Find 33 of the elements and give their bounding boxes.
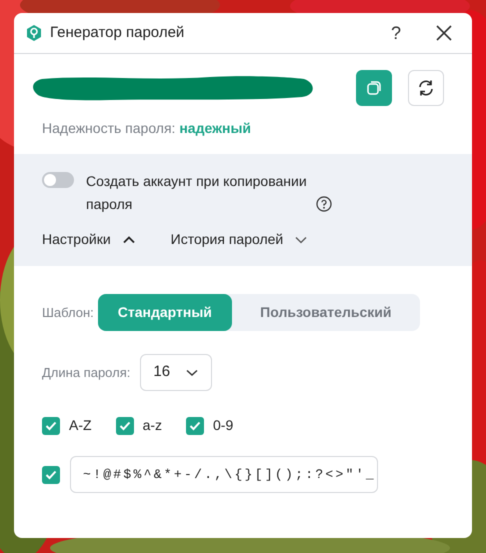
section-toggle[interactable]: История паролей	[170, 229, 308, 250]
checkbox[interactable]	[116, 416, 134, 434]
refresh-icon	[417, 79, 435, 97]
toggle-switch[interactable]	[42, 172, 74, 188]
copy-button[interactable]	[356, 70, 392, 106]
check-icon	[45, 470, 57, 480]
checkbox-label: a-z	[142, 416, 162, 435]
check-icon	[189, 420, 202, 430]
help-icon	[316, 196, 332, 212]
password-strength: Надежность пароля: надежный	[42, 119, 252, 138]
check-icon	[118, 420, 131, 430]
special-characters-field[interactable]: ~!@#$%^&*+-/.,\{}[]();:?<>"'_	[70, 456, 378, 493]
refresh-button[interactable]	[408, 70, 444, 106]
close-icon	[436, 25, 452, 41]
chevron-down-icon	[186, 368, 198, 376]
template-label: Шаблон:	[42, 304, 94, 322]
checkbox-label: 0-9	[213, 416, 234, 435]
length-label: Длина пароля:	[42, 364, 130, 382]
copy-icon	[365, 79, 383, 97]
checkbox[interactable]	[42, 416, 60, 434]
template-option[interactable]: Пользовательский	[232, 294, 420, 331]
chevron-up-icon	[122, 236, 135, 244]
check-icon	[45, 420, 57, 430]
help-button[interactable]: ?	[380, 17, 412, 49]
section-toggle[interactable]: Настройки	[42, 229, 135, 250]
checkbox[interactable]	[186, 416, 204, 434]
window-title: Генератор паролей	[50, 22, 184, 43]
checkbox-label: A-Z	[69, 416, 92, 435]
checkbox[interactable]	[42, 466, 60, 484]
chevron-down-icon	[295, 236, 308, 244]
length-dropdown[interactable]: 16	[140, 354, 212, 391]
toggle-label: Создать аккаунт при копировании пароля	[86, 172, 308, 214]
shield-key-icon	[26, 24, 42, 42]
